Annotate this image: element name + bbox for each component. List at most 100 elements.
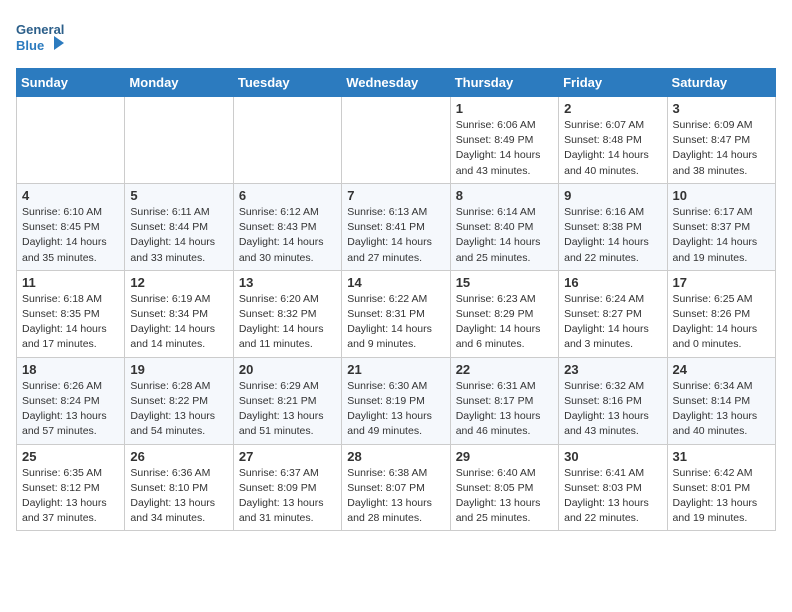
day-number: 26 <box>130 449 227 464</box>
calendar-cell: 16 Sunrise: 6:24 AM Sunset: 8:27 PM Dayli… <box>559 270 667 357</box>
day-info: Sunrise: 6:30 AM Sunset: 8:19 PM Dayligh… <box>347 379 444 440</box>
calendar-cell: 8 Sunrise: 6:14 AM Sunset: 8:40 PM Daylig… <box>450 183 558 270</box>
day-number: 30 <box>564 449 661 464</box>
day-info: Sunrise: 6:35 AM Sunset: 8:12 PM Dayligh… <box>22 466 119 527</box>
day-number: 3 <box>673 101 770 116</box>
day-info: Sunrise: 6:28 AM Sunset: 8:22 PM Dayligh… <box>130 379 227 440</box>
weekday-header-row: SundayMondayTuesdayWednesdayThursdayFrid… <box>17 69 776 97</box>
day-number: 14 <box>347 275 444 290</box>
calendar-cell: 31 Sunrise: 6:42 AM Sunset: 8:01 PM Dayli… <box>667 444 775 531</box>
calendar-cell: 5 Sunrise: 6:11 AM Sunset: 8:44 PM Daylig… <box>125 183 233 270</box>
weekday-header-saturday: Saturday <box>667 69 775 97</box>
day-number: 15 <box>456 275 553 290</box>
calendar-cell: 17 Sunrise: 6:25 AM Sunset: 8:26 PM Dayli… <box>667 270 775 357</box>
calendar-cell: 12Sunrise: 6:19 AM Sunset: 8:34 PM Dayli… <box>125 270 233 357</box>
calendar-cell: 21 Sunrise: 6:30 AM Sunset: 8:19 PM Dayli… <box>342 357 450 444</box>
calendar-cell: 24 Sunrise: 6:34 AM Sunset: 8:14 PM Dayli… <box>667 357 775 444</box>
day-number: 24 <box>673 362 770 377</box>
logo: GeneralBlue <box>16 16 66 60</box>
calendar-cell: 25 Sunrise: 6:35 AM Sunset: 8:12 PM Dayli… <box>17 444 125 531</box>
calendar-cell: 30 Sunrise: 6:41 AM Sunset: 8:03 PM Dayli… <box>559 444 667 531</box>
day-number: 23 <box>564 362 661 377</box>
day-info: Sunrise: 6:32 AM Sunset: 8:16 PM Dayligh… <box>564 379 661 440</box>
calendar-cell: 2 Sunrise: 6:07 AM Sunset: 8:48 PM Daylig… <box>559 97 667 184</box>
weekday-header-sunday: Sunday <box>17 69 125 97</box>
day-number: 1 <box>456 101 553 116</box>
calendar-cell: 29Sunrise: 6:40 AM Sunset: 8:05 PM Dayli… <box>450 444 558 531</box>
calendar-cell: 9Sunrise: 6:16 AM Sunset: 8:38 PM Daylig… <box>559 183 667 270</box>
day-info: Sunrise: 6:26 AM Sunset: 8:24 PM Dayligh… <box>22 379 119 440</box>
day-number: 8 <box>456 188 553 203</box>
calendar-cell: 3 Sunrise: 6:09 AM Sunset: 8:47 PM Daylig… <box>667 97 775 184</box>
calendar-cell: 7 Sunrise: 6:13 AM Sunset: 8:41 PM Daylig… <box>342 183 450 270</box>
day-info: Sunrise: 6:29 AM Sunset: 8:21 PM Dayligh… <box>239 379 336 440</box>
day-info: Sunrise: 6:41 AM Sunset: 8:03 PM Dayligh… <box>564 466 661 527</box>
calendar-cell: 6 Sunrise: 6:12 AM Sunset: 8:43 PM Daylig… <box>233 183 341 270</box>
weekday-header-friday: Friday <box>559 69 667 97</box>
day-info: Sunrise: 6:09 AM Sunset: 8:47 PM Dayligh… <box>673 118 770 179</box>
day-number: 31 <box>673 449 770 464</box>
day-number: 17 <box>673 275 770 290</box>
day-number: 21 <box>347 362 444 377</box>
day-number: 25 <box>22 449 119 464</box>
calendar-cell <box>342 97 450 184</box>
calendar-cell: 22 Sunrise: 6:31 AM Sunset: 8:17 PM Dayli… <box>450 357 558 444</box>
calendar-cell: 14 Sunrise: 6:22 AM Sunset: 8:31 PM Dayli… <box>342 270 450 357</box>
day-info: Sunrise: 6:12 AM Sunset: 8:43 PM Dayligh… <box>239 205 336 266</box>
day-number: 19 <box>130 362 227 377</box>
weekday-header-thursday: Thursday <box>450 69 558 97</box>
calendar-week-5: 25 Sunrise: 6:35 AM Sunset: 8:12 PM Dayli… <box>17 444 776 531</box>
day-info: Sunrise: 6:31 AM Sunset: 8:17 PM Dayligh… <box>456 379 553 440</box>
day-info: Sunrise: 6:23 AM Sunset: 8:29 PM Dayligh… <box>456 292 553 353</box>
day-info: Sunrise: 6:11 AM Sunset: 8:44 PM Dayligh… <box>130 205 227 266</box>
day-info: Sunrise: 6:38 AM Sunset: 8:07 PM Dayligh… <box>347 466 444 527</box>
day-number: 10 <box>673 188 770 203</box>
day-info: Sunrise: 6:16 AM Sunset: 8:38 PM Dayligh… <box>564 205 661 266</box>
day-number: 16 <box>564 275 661 290</box>
day-info: Sunrise: 6:25 AM Sunset: 8:26 PM Dayligh… <box>673 292 770 353</box>
calendar-cell <box>17 97 125 184</box>
day-info: Sunrise: 6:20 AM Sunset: 8:32 PM Dayligh… <box>239 292 336 353</box>
day-info: Sunrise: 6:19 AM Sunset: 8:34 PM Dayligh… <box>130 292 227 353</box>
day-number: 5 <box>130 188 227 203</box>
calendar-cell: 13Sunrise: 6:20 AM Sunset: 8:32 PM Dayli… <box>233 270 341 357</box>
logo-icon: GeneralBlue <box>16 16 66 60</box>
day-info: Sunrise: 6:22 AM Sunset: 8:31 PM Dayligh… <box>347 292 444 353</box>
day-info: Sunrise: 6:42 AM Sunset: 8:01 PM Dayligh… <box>673 466 770 527</box>
day-info: Sunrise: 6:13 AM Sunset: 8:41 PM Dayligh… <box>347 205 444 266</box>
calendar-cell: 10Sunrise: 6:17 AM Sunset: 8:37 PM Dayli… <box>667 183 775 270</box>
day-info: Sunrise: 6:06 AM Sunset: 8:49 PM Dayligh… <box>456 118 553 179</box>
day-info: Sunrise: 6:18 AM Sunset: 8:35 PM Dayligh… <box>22 292 119 353</box>
day-info: Sunrise: 6:07 AM Sunset: 8:48 PM Dayligh… <box>564 118 661 179</box>
calendar-week-2: 4Sunrise: 6:10 AM Sunset: 8:45 PM Daylig… <box>17 183 776 270</box>
day-info: Sunrise: 6:14 AM Sunset: 8:40 PM Dayligh… <box>456 205 553 266</box>
calendar-week-1: 1 Sunrise: 6:06 AM Sunset: 8:49 PM Daylig… <box>17 97 776 184</box>
calendar-cell: 18 Sunrise: 6:26 AM Sunset: 8:24 PM Dayli… <box>17 357 125 444</box>
day-number: 29 <box>456 449 553 464</box>
calendar-week-3: 11Sunrise: 6:18 AM Sunset: 8:35 PM Dayli… <box>17 270 776 357</box>
day-info: Sunrise: 6:36 AM Sunset: 8:10 PM Dayligh… <box>130 466 227 527</box>
calendar-cell: 19 Sunrise: 6:28 AM Sunset: 8:22 PM Dayli… <box>125 357 233 444</box>
svg-text:General: General <box>16 22 64 37</box>
day-number: 2 <box>564 101 661 116</box>
calendar-cell <box>233 97 341 184</box>
day-number: 6 <box>239 188 336 203</box>
day-info: Sunrise: 6:24 AM Sunset: 8:27 PM Dayligh… <box>564 292 661 353</box>
calendar-cell: 23 Sunrise: 6:32 AM Sunset: 8:16 PM Dayli… <box>559 357 667 444</box>
day-number: 18 <box>22 362 119 377</box>
calendar-cell: 26 Sunrise: 6:36 AM Sunset: 8:10 PM Dayli… <box>125 444 233 531</box>
calendar-cell: 11Sunrise: 6:18 AM Sunset: 8:35 PM Dayli… <box>17 270 125 357</box>
calendar-cell: 1 Sunrise: 6:06 AM Sunset: 8:49 PM Daylig… <box>450 97 558 184</box>
calendar-cell <box>125 97 233 184</box>
calendar-cell: 28 Sunrise: 6:38 AM Sunset: 8:07 PM Dayli… <box>342 444 450 531</box>
weekday-header-wednesday: Wednesday <box>342 69 450 97</box>
day-number: 7 <box>347 188 444 203</box>
day-number: 27 <box>239 449 336 464</box>
weekday-header-tuesday: Tuesday <box>233 69 341 97</box>
day-info: Sunrise: 6:34 AM Sunset: 8:14 PM Dayligh… <box>673 379 770 440</box>
day-number: 28 <box>347 449 444 464</box>
page-header: GeneralBlue <box>16 16 776 60</box>
day-number: 22 <box>456 362 553 377</box>
day-info: Sunrise: 6:10 AM Sunset: 8:45 PM Dayligh… <box>22 205 119 266</box>
day-info: Sunrise: 6:37 AM Sunset: 8:09 PM Dayligh… <box>239 466 336 527</box>
